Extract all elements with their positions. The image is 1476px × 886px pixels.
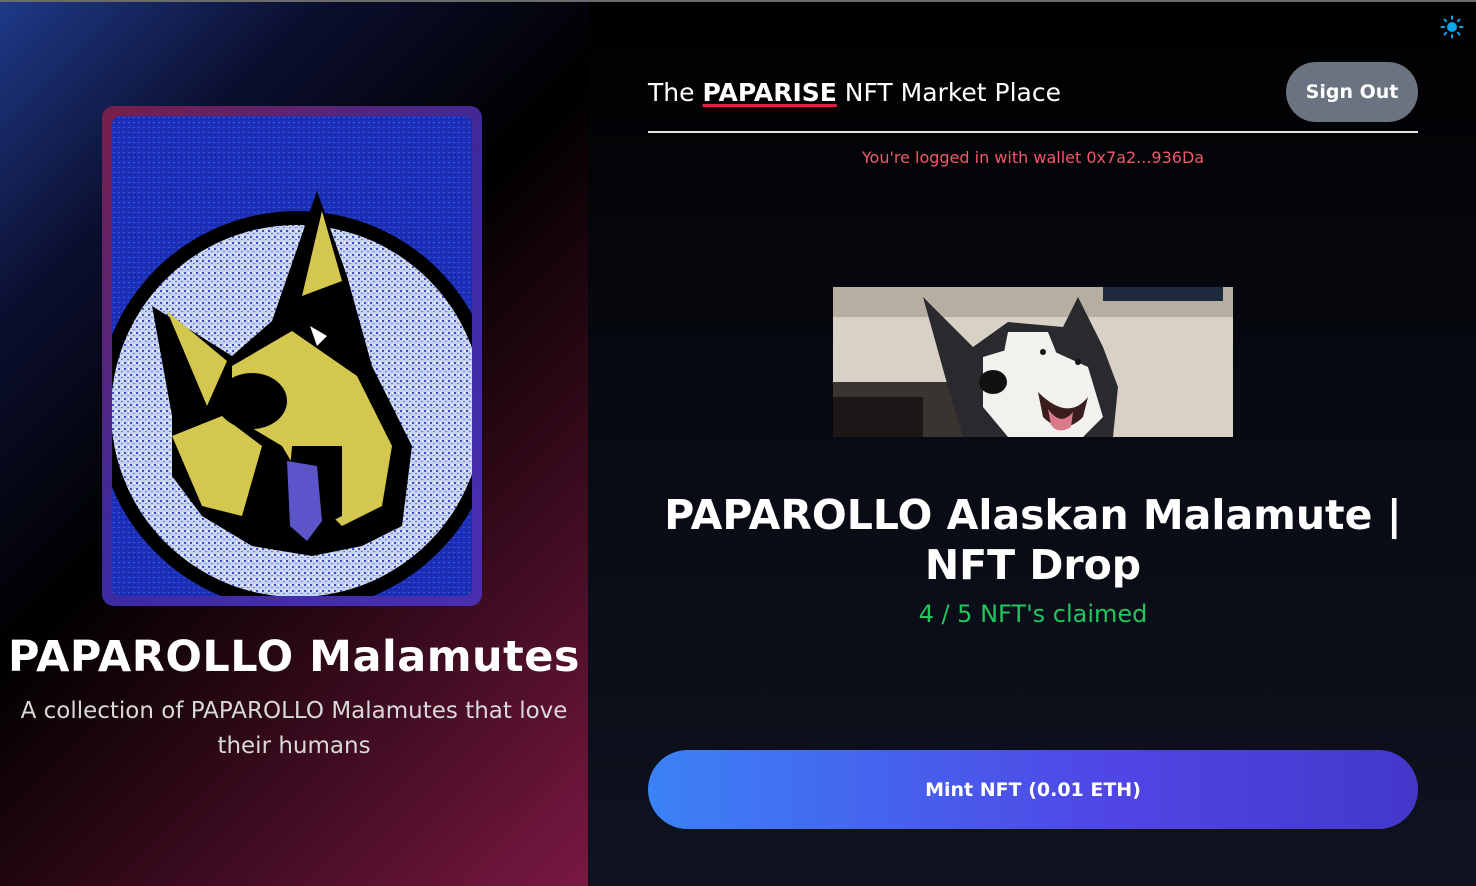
header-divider xyxy=(648,131,1418,133)
claimed-count: 4 / 5 NFT's claimed xyxy=(918,600,1148,628)
brand-link[interactable]: PAPARISE xyxy=(702,78,836,107)
collection-description: A collection of PAPAROLLO Malamutes that… xyxy=(20,698,568,759)
collection-panel: PAPAROLLO Malamutes A collection of PAPA… xyxy=(0,0,588,886)
top-border xyxy=(0,0,1476,2)
drop-title: PAPAROLLO Alaskan Malamute | NFT Drop xyxy=(664,491,1402,589)
collection-artwork xyxy=(112,116,472,596)
sun-icon[interactable] xyxy=(1440,15,1464,39)
wallet-status: You're logged in with wallet 0x7a2...936… xyxy=(861,148,1205,167)
collection-title: PAPAROLLO Malamutes xyxy=(8,632,580,682)
mint-panel: The PAPARISE NFT Market Place Sign Out Y… xyxy=(588,0,1476,886)
title-suffix: NFT Market Place xyxy=(836,78,1062,107)
nft-preview-image xyxy=(833,287,1233,437)
marketplace-title: The PAPARISE NFT Market Place xyxy=(648,78,1061,107)
title-prefix: The xyxy=(648,78,703,107)
sign-out-button[interactable]: Sign Out xyxy=(1286,62,1418,122)
collection-artwork-frame xyxy=(102,106,482,606)
mint-nft-button[interactable]: Mint NFT (0.01 ETH) xyxy=(648,750,1418,829)
